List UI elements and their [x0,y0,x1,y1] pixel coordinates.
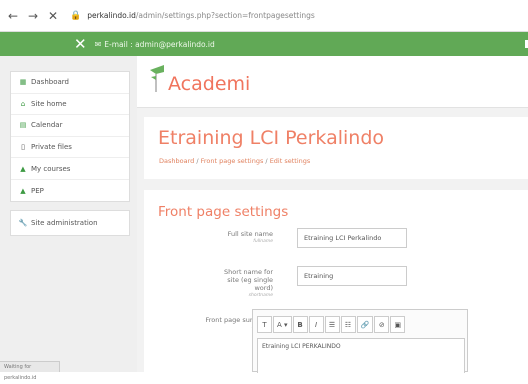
forward-arrow-icon[interactable]: → [26,9,40,23]
summary-editor: T A ▾ B I ☰ ☷ 🔗 ⊘ ▣ Etraining LCI PERKAL… [252,309,468,373]
sidebar-item-site-home[interactable]: ⌂ Site home [11,94,129,116]
unordered-list-icon[interactable]: ☰ [324,316,340,333]
field-label-fullname: Full site name fullname [228,230,273,246]
sidebar-item-calendar[interactable]: ▤ Calendar [11,115,129,137]
ordered-list-icon[interactable]: ☷ [340,316,356,333]
breadcrumb: Dashboard / Front page settings / Edit s… [159,157,310,165]
graduation-cap-icon: ▲ [20,164,26,173]
home-icon: ⌂ [20,99,26,108]
mail-icon: ✉ [94,39,102,49]
email-text: E-mail : admin@perkalindo.id [104,39,215,49]
short-name-input[interactable]: Etraining [297,266,407,286]
page-title: Etraining LCI Perkalindo [158,127,385,149]
field-label-text: Short name for site (eg single word) [224,268,273,292]
sidebar-item-dashboard[interactable]: ▦ Dashboard [11,72,129,94]
sidebar-item-pep[interactable]: ▲ PEP [11,180,129,202]
dashboard-icon: ▦ [19,78,27,87]
close-icon[interactable]: ✕ [46,9,60,23]
brand-name[interactable]: Academi [168,73,250,95]
sidebar-item-label: My courses [31,164,71,173]
breadcrumb-edit-settings[interactable]: Edit settings [270,157,311,165]
sidebar-item-my-courses[interactable]: ▲ My courses [11,158,129,180]
editor-toolbar: T A ▾ B I ☰ ☷ 🔗 ⊘ ▣ [257,316,406,333]
top-header-bar: ✕ ✉ E-mail : admin@perkalindo.id [0,32,528,56]
url-host: perkalindo.id [87,11,136,20]
field-setting-name: shortname [248,293,273,298]
url-path: /admin/settings.php?section=frontpageset… [135,11,315,20]
sidebar-item-label: PEP [31,186,44,195]
image-icon[interactable]: ▣ [390,316,406,333]
full-site-name-input[interactable]: Etraining LCI Perkalindo [297,228,407,248]
calendar-icon: ▤ [19,121,27,130]
close-menu-icon[interactable]: ✕ [74,35,87,53]
admin-block: 🔧 Site administration [10,210,130,236]
field-setting-name: fullname [253,239,273,244]
sidebar-item-private-files[interactable]: ▯ Private files [11,137,129,159]
form-title: Front page settings [158,204,289,220]
toolbar-toggle-icon[interactable]: T [257,316,272,333]
paragraph-style-icon[interactable]: A ▾ [273,316,292,333]
settings-form: Front page settings Full site name fulln… [144,190,528,373]
breadcrumb-dashboard[interactable]: Dashboard [159,157,194,165]
nav-block: ▦ Dashboard ⌂ Site home ▤ Calendar ▯ Private… [10,71,130,202]
sidebar: ▦ Dashboard ⌂ Site home ▤ Calendar ▯ Private… [0,56,137,372]
unlink-icon[interactable]: ⊘ [374,316,390,333]
bold-icon[interactable]: B [292,316,308,333]
wrench-icon: 🔧 [18,219,28,227]
academi-logo-icon[interactable] [147,62,169,96]
browser-address-bar: ← → ✕ 🔒 perkalindo.id/admin/settings.php… [0,0,528,32]
breadcrumb-front-page-settings[interactable]: Front page settings [201,157,264,165]
graduation-cap-icon: ▲ [20,186,26,195]
back-arrow-icon[interactable]: ← [6,9,20,23]
url-field[interactable]: perkalindo.id/admin/settings.php?section… [87,11,315,20]
sidebar-item-label: Site home [31,99,67,108]
summary-editor-content[interactable]: Etraining LCI PERKALINDO [257,338,465,373]
sidebar-item-label: Calendar [31,121,63,130]
sidebar-item-label: Private files [31,143,72,152]
sidebar-item-label: Dashboard [31,78,69,87]
sidebar-item-site-administration[interactable]: 🔧 Site administration [11,211,129,235]
field-label-shortname: Short name for site (eg single word) sho… [215,268,273,300]
file-icon: ▯ [21,143,25,152]
status-bar: Waiting for perkalindo.id [0,361,60,381]
link-icon[interactable]: 🔗 [356,316,374,333]
italic-icon[interactable]: I [308,316,324,333]
field-label-text: Full site name [227,230,273,238]
lock-icon: 🔒 [70,10,82,21]
sidebar-item-label: Site administration [31,219,98,227]
brand-header: Academi [137,56,528,108]
page-header-card: Etraining LCI Perkalindo Dashboard / Fro… [144,117,528,179]
